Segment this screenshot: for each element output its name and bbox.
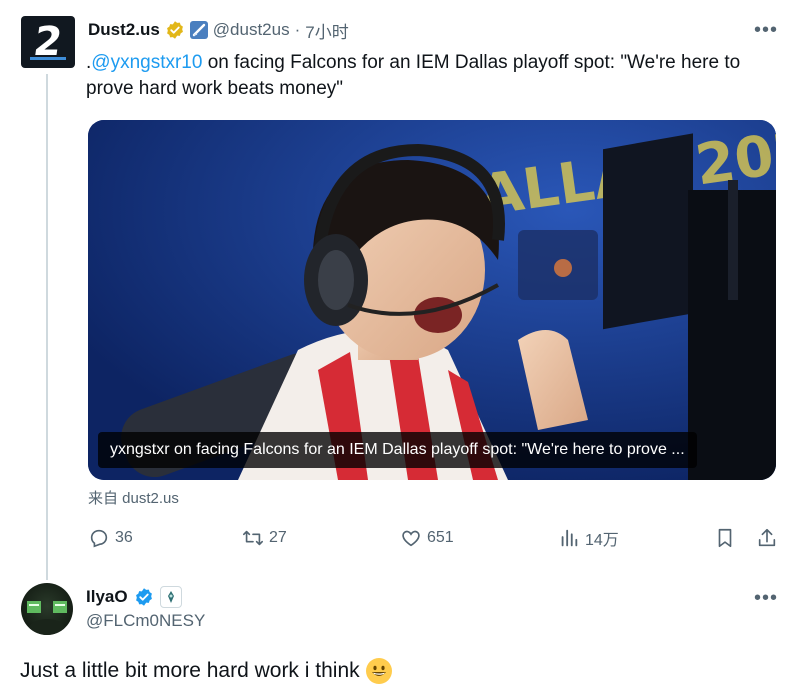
- link-card-image[interactable]: ALLAS 2025 yxngstxr on facing Falcons fo…: [88, 120, 776, 480]
- views-chart-icon: [561, 529, 578, 547]
- retweet-count: 27: [269, 529, 287, 546]
- card-photo: ALLAS 2025: [88, 120, 776, 480]
- share-button[interactable]: [756, 525, 778, 551]
- mention-link[interactable]: @yxngstxr10: [91, 52, 202, 73]
- tweet-text: .@yxngstxr10 on facing Falcons for an IE…: [86, 50, 776, 102]
- reply-author-handle[interactable]: @FLCm0NESY: [86, 611, 205, 631]
- grinning-face-emoji: [365, 658, 392, 684]
- dust2us-avatar[interactable]: 2: [21, 16, 75, 68]
- reply-text: Just a little bit more hard work i think: [20, 659, 360, 682]
- tweet-actions: 36 27 651 14万: [88, 525, 782, 551]
- reply-count: 36: [115, 529, 133, 546]
- reply-text-row: Just a little bit more hard work i think: [20, 658, 392, 684]
- bookmark-button[interactable]: [714, 525, 736, 551]
- views-button[interactable]: 14万: [558, 525, 619, 551]
- card-caption: yxngstxr on facing Falcons for an IEM Da…: [98, 432, 697, 468]
- share-icon: [758, 528, 776, 547]
- separator-dot: ·: [294, 20, 301, 39]
- reply-icon: [90, 529, 108, 548]
- affiliate-badge-icon[interactable]: [189, 21, 208, 39]
- card-source[interactable]: 来自 dust2.us: [88, 487, 179, 508]
- tweet-header: Dust2.us @dust2us · 7小时: [88, 18, 349, 42]
- retweet-button[interactable]: 27: [242, 525, 287, 551]
- like-count: 651: [427, 529, 454, 546]
- reply-button[interactable]: 36: [88, 525, 133, 551]
- thread-connector-line: [46, 74, 48, 580]
- tweet-timestamp[interactable]: 7小时: [305, 18, 348, 43]
- reply-header: IlyaO: [86, 586, 182, 608]
- author-handle[interactable]: @dust2us: [213, 20, 290, 40]
- reply-author-name[interactable]: IlyaO: [86, 587, 128, 607]
- views-count: 14万: [585, 532, 619, 549]
- like-button[interactable]: 651: [400, 525, 454, 551]
- author-name[interactable]: Dust2.us: [88, 20, 160, 40]
- ilyao-avatar[interactable]: [21, 583, 73, 635]
- verified-gold-badge-icon[interactable]: [165, 20, 185, 40]
- bookmark-icon: [718, 528, 732, 548]
- affiliate-badge-icon[interactable]: [159, 586, 182, 608]
- verified-blue-badge-icon[interactable]: [134, 587, 154, 607]
- avatar-logo-stripe: [30, 57, 66, 60]
- more-icon[interactable]: •••: [754, 18, 778, 42]
- retweet-icon: [243, 530, 263, 546]
- reply-more-icon[interactable]: •••: [754, 586, 778, 610]
- heart-icon: [402, 530, 420, 547]
- avatar-logo-text: 2: [30, 19, 66, 65]
